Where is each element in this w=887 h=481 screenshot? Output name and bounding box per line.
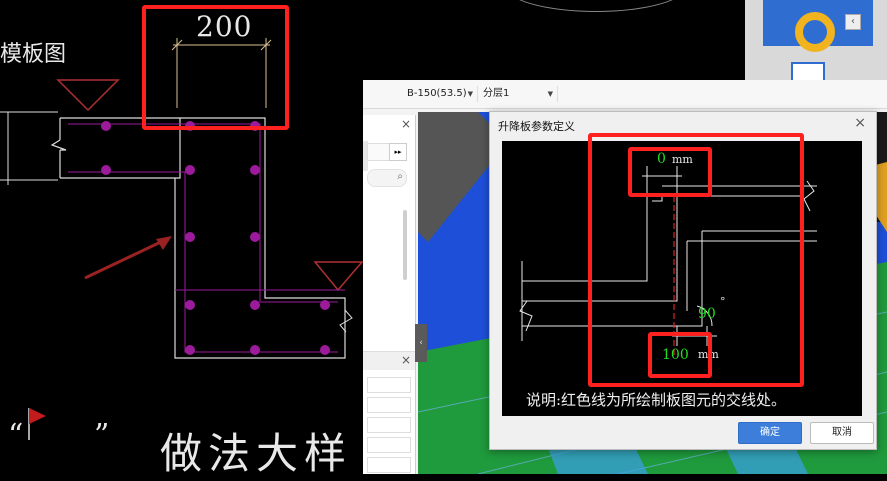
layer-select-value: 分层1 [483,88,510,99]
rebar-lines [68,123,345,353]
level-triangle-right [313,261,363,292]
flag-icon [29,408,46,424]
cancel-button[interactable]: 取消 [810,422,874,444]
drawing-side-label: 模板图 [0,42,67,67]
type-select[interactable]: B-150(53.5) ▼ [403,86,478,102]
pointer-arrow [84,236,172,280]
quote-right: ” [94,418,110,453]
highlight-top-offset [628,147,712,197]
highlight-bottom-value [648,332,712,378]
expand-button[interactable]: ▸▸ [389,143,407,161]
background-window: ‹ [505,0,887,82]
cad-drawing-area[interactable]: 200 模板图 “ ” 做法大样 [0,0,363,478]
search-icon: ⌕ [397,171,403,182]
slab-outline [50,117,346,359]
property-row[interactable] [367,437,411,453]
type-select-value: B-150(53.5) [407,88,467,99]
property-row[interactable] [367,377,411,393]
parameter-diagram: 0 mm 90 ° 100 mm 说明:红色线为所绘制板图元的交线处。 [502,133,862,416]
close-icon[interactable]: × [401,353,411,367]
scrollbar[interactable] [403,210,407,280]
chevron-down-icon: ▼ [547,90,553,98]
ok-button[interactable]: 确定 [738,422,802,444]
close-icon[interactable]: × [401,117,411,131]
search-input[interactable]: ⌕ [367,169,407,187]
quote-left: “ [8,418,24,453]
window-icon [791,62,825,82]
side-panel: × ▸▸ ⌕ × [363,115,416,474]
break-symbol [339,309,353,333]
highlight-dimension-200 [142,5,289,130]
chevron-left-icon[interactable]: ‹ [845,14,861,30]
raise-lower-slab-dialog: 升降板参数定义 × 0 mm 90 ° 100 mm 说明:红色线为所绘制板图元… [489,111,877,450]
diagram-note: 说明:红色线为所绘制板图元的交线处。 [526,391,787,409]
panel-field[interactable] [367,143,391,161]
dialog-title: 升降板参数定义 [498,120,575,133]
property-row[interactable] [367,397,411,413]
rebar-dots [101,121,330,355]
collapse-handle[interactable]: ‹ [415,324,427,362]
close-icon[interactable]: × [854,115,866,131]
property-row[interactable] [367,417,411,433]
toolbar: B-150(53.5) ▼ 分层1 ▼ [363,80,887,109]
chevron-down-icon: ▼ [467,90,473,98]
level-triangle-top [56,79,120,112]
drawing-heading: 做法大样 [160,429,353,478]
layer-select[interactable]: 分层1 ▼ [479,86,558,102]
property-row[interactable] [367,457,411,473]
